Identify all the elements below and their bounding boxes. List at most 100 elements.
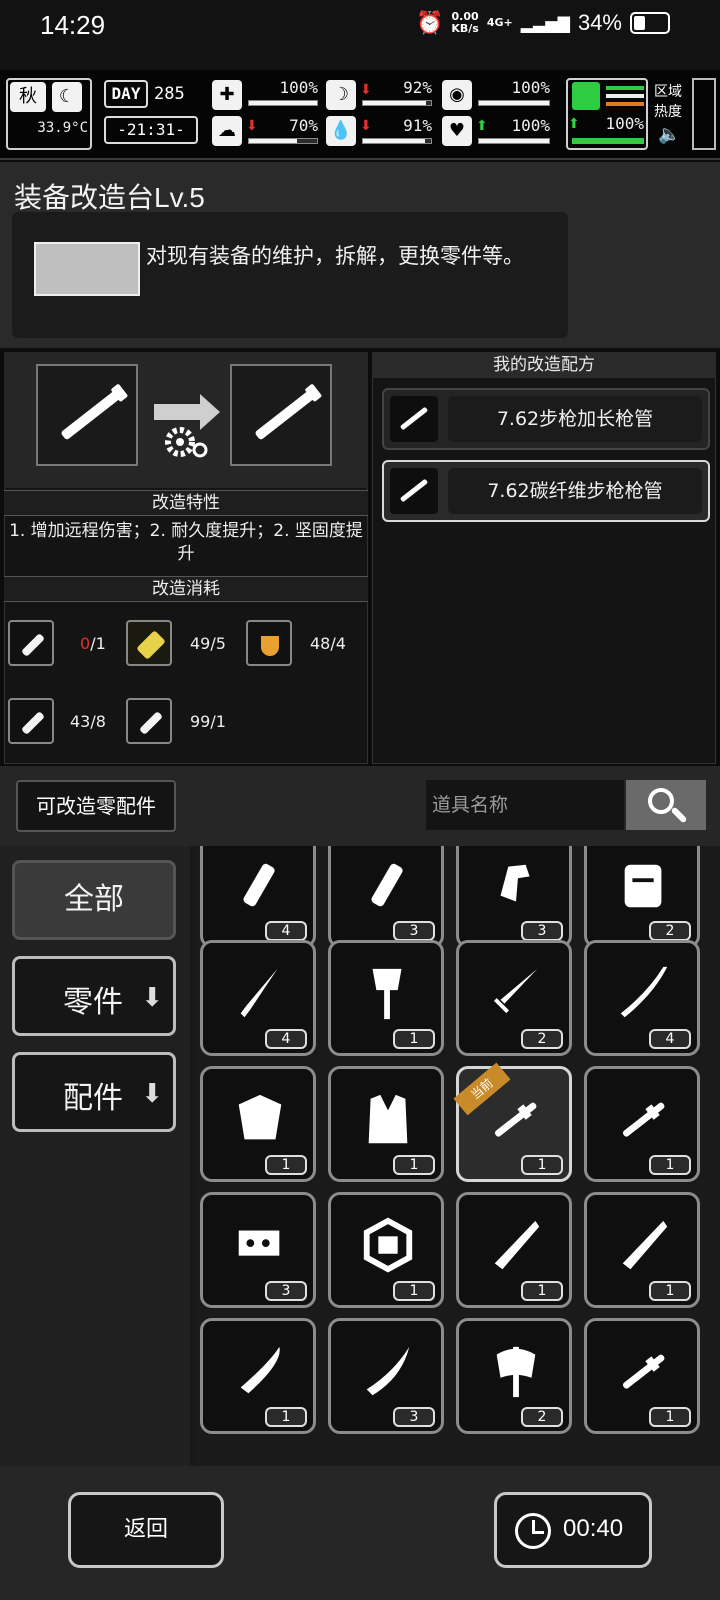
category-parts-label: 零件 [63, 985, 123, 1020]
lungs-icon: ◉ [442, 80, 472, 110]
battery-icon [630, 12, 670, 34]
inventory-item[interactable]: 1 [328, 1066, 444, 1182]
cost-flask-amount: 48/4 [310, 634, 346, 653]
backpack-icon [624, 864, 662, 908]
station-description-box: 对现有装备的维护，拆解，更换零件等。 [12, 212, 568, 338]
sanity-bar [248, 138, 318, 144]
leg-box: ⬆ 100% [566, 78, 648, 150]
cost-gold-bar-icon[interactable] [126, 620, 172, 666]
leg-bar [572, 138, 644, 144]
system-time: 14:29 [40, 10, 106, 40]
category-accessories-tab[interactable]: 配件 ⬇ [12, 1052, 176, 1132]
item-count: 1 [393, 1155, 435, 1175]
inventory-item[interactable]: 2 [584, 846, 700, 948]
inventory-item[interactable]: 3 [328, 846, 444, 948]
item-count: 1 [521, 1155, 563, 1175]
weight-icon [363, 1217, 413, 1273]
thirst-value: 91% [403, 116, 432, 135]
timer-button[interactable]: 00:40 [494, 1492, 652, 1568]
inventory-item[interactable]: 4 [200, 846, 316, 948]
health-bar-fill [249, 101, 317, 105]
station-description: 对现有装备的维护，拆解，更换零件等。 [146, 244, 524, 268]
item-count: 3 [521, 921, 563, 941]
item-count: 1 [649, 1281, 691, 1301]
recipe-item[interactable]: 7.62步枪加长枪管 [382, 388, 710, 450]
leg-status-stripe-white [606, 94, 644, 98]
arrow-down-icon: ⬇ [141, 983, 163, 1013]
back-button[interactable]: 返回 [68, 1492, 224, 1568]
item-count: 1 [393, 1281, 435, 1301]
item-count: 1 [265, 1155, 307, 1175]
leg-status-stripe-orange [606, 102, 644, 106]
mood-bar-fill [479, 139, 549, 143]
stamina-bar-fill [479, 101, 549, 105]
inventory-item[interactable]: 1 [456, 1192, 572, 1308]
net-speed-unit: KB/s [451, 22, 479, 35]
inventory-item[interactable]: 1 [200, 1318, 316, 1434]
item-count: 4 [649, 1029, 691, 1049]
barrel-icon [254, 389, 316, 441]
inventory-item[interactable]: 3 [456, 846, 572, 948]
item-count: 2 [649, 921, 691, 941]
search-icon-handle [670, 806, 688, 824]
inventory-item[interactable]: 1 [200, 1066, 316, 1182]
modifiable-parts-button[interactable]: 可改造零配件 [16, 780, 176, 832]
katana-icon [620, 966, 668, 1018]
item-count: 4 [265, 1029, 307, 1049]
recipe-header: 我的改造配方 [372, 352, 716, 378]
inventory-item[interactable]: 1 [584, 1066, 700, 1182]
inventory-item[interactable]: 3 [328, 1318, 444, 1434]
kukri-icon [366, 1346, 410, 1396]
stamina-value: 100% [511, 78, 550, 97]
sword-icon [493, 968, 538, 1014]
speaker-icon[interactable]: 🔈 [658, 124, 680, 145]
day-number: 285 [154, 84, 185, 104]
source-item-slot[interactable] [36, 364, 138, 466]
inventory-item[interactable]: 2 [456, 940, 572, 1056]
barrel-icon [390, 468, 438, 514]
heart-icon: ♥ [442, 116, 472, 146]
category-all-tab[interactable]: 全部 [12, 860, 176, 940]
item-count: 1 [265, 1407, 307, 1427]
cost-tool-icon[interactable] [126, 698, 172, 744]
zone-heat-meter [692, 78, 716, 150]
inventory-item[interactable]: 1 [328, 1192, 444, 1308]
water-drop-icon: 💧 [326, 116, 356, 146]
result-item-slot[interactable] [230, 364, 332, 466]
season-box: 秋 ☾ 33.9°C [6, 78, 92, 150]
cost-oil-can-icon[interactable] [8, 698, 54, 744]
recipe-item-selected[interactable]: 7.62碳纤维步枪枪管 [382, 460, 710, 522]
sanity-down-arrow: ⬇ [246, 118, 258, 134]
cost-header: 改造消耗 [4, 576, 368, 602]
alarm-icon: ⏰ [415, 10, 444, 36]
barrel-icon [60, 389, 122, 441]
leg-bar-fill [573, 139, 643, 143]
inventory-item[interactable]: 2 [456, 1318, 572, 1434]
arrow-down-icon: ⬇ [141, 1079, 163, 1109]
recipe-name: 7.62步枪加长枪管 [448, 396, 702, 442]
inventory-item[interactable]: 4 [200, 940, 316, 1056]
recipe-name: 7.62碳纤维步枪枪管 [448, 468, 702, 514]
barrel-icon [622, 1354, 665, 1389]
inventory-item[interactable]: 1 [584, 1318, 700, 1434]
stomach-icon: ☽ [326, 80, 356, 110]
inventory-item[interactable]: 4 [584, 940, 700, 1056]
category-parts-tab[interactable]: 零件 ⬇ [12, 956, 176, 1036]
item-count: 3 [393, 921, 435, 941]
mood-value: 100% [511, 116, 550, 135]
thirst-bar [362, 138, 432, 144]
thirst-down-arrow: ⬇ [360, 118, 372, 134]
serrated-blade-icon [494, 1220, 540, 1270]
cost-barrel-icon[interactable] [8, 620, 54, 666]
inventory-item[interactable]: 1 [584, 1192, 700, 1308]
trigger-icon [500, 864, 530, 902]
search-button[interactable] [626, 780, 706, 830]
inventory-item[interactable]: 1 [328, 940, 444, 1056]
battle-axe-icon [496, 1346, 536, 1398]
inventory-item[interactable]: 3 [200, 1192, 316, 1308]
system-status-bar: 14:29 ⏰ 0.00 KB/s 4G+ ▂▃▅▇ 34% [0, 0, 720, 70]
thirst-bar-fill [363, 139, 425, 143]
item-name-search-input[interactable] [426, 780, 624, 830]
cost-flask-icon[interactable] [246, 620, 292, 666]
game-clock: -21:31- [104, 116, 198, 144]
